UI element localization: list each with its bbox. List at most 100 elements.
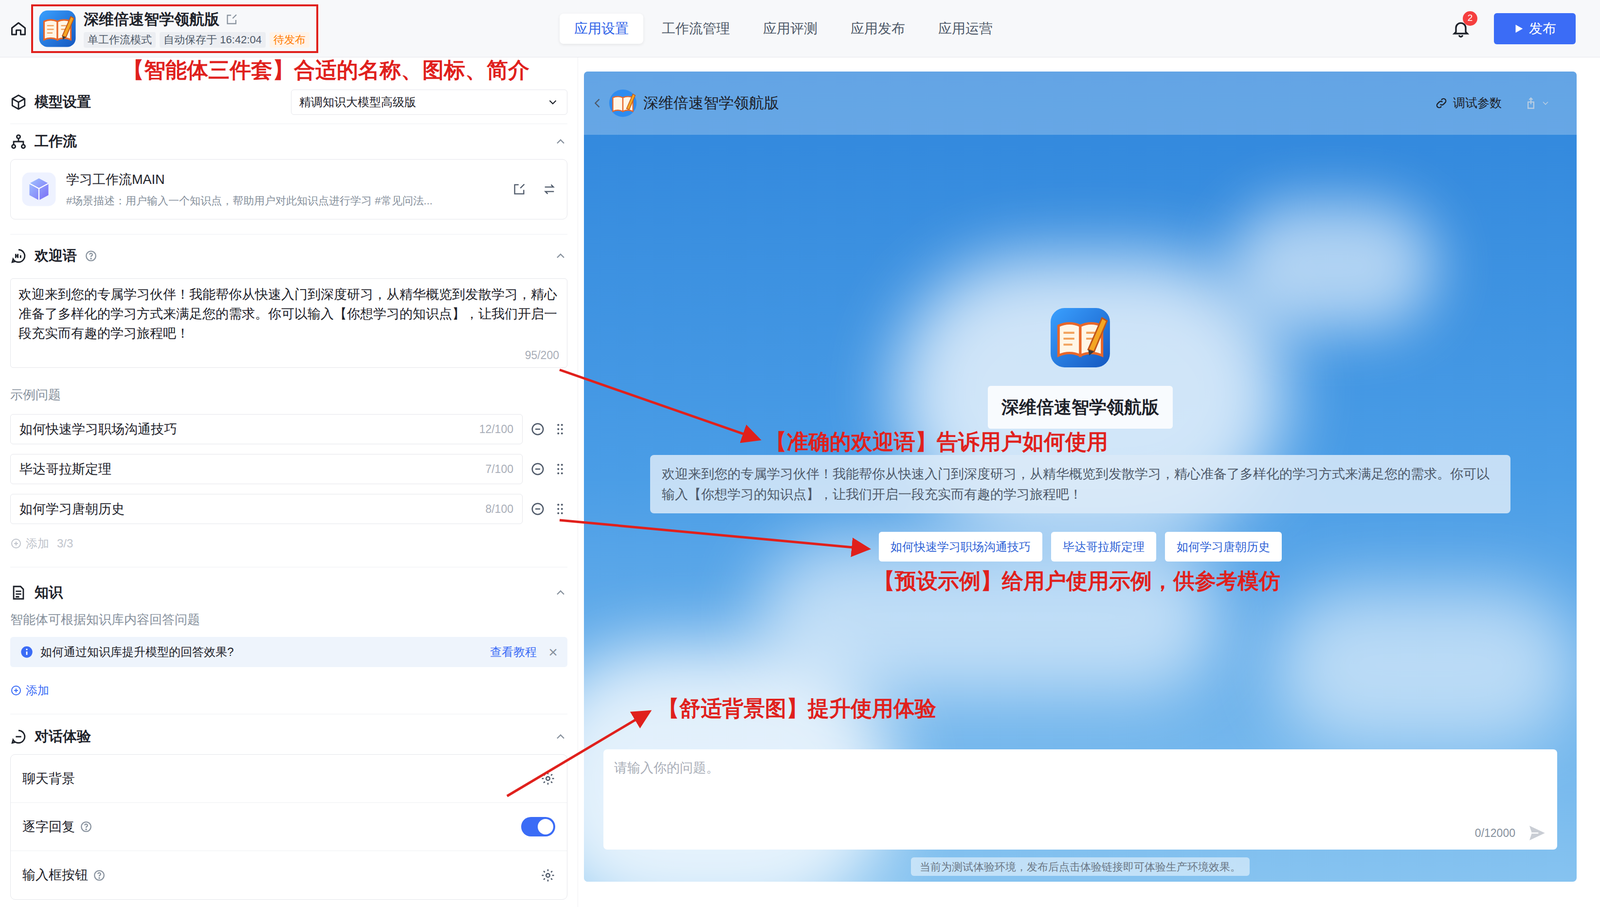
home-icon[interactable] [9,19,28,38]
section-title: 模型设置 [34,91,91,113]
row-label-group: 聊天背景 [22,768,75,789]
row-label: 聊天背景 [22,768,75,789]
chat-icon [10,728,27,746]
gear-icon[interactable] [540,771,556,786]
swap-icon[interactable] [542,182,557,197]
app-title: 深维倍速智学领航版 [83,9,220,30]
section-header[interactable]: 知识 [10,575,568,611]
remove-icon[interactable] [530,461,546,477]
welcome-message-text: 欢迎来到您的专属学习伙伴！我能帮你从快速入门到深度研习，从精华概览到发散学习，精… [661,466,1490,502]
section-header[interactable]: 对话体验 [10,719,568,755]
welcome-message: 欢迎来到您的专属学习伙伴！我能帮你从快速入门到深度研习，从精华概览到发散学习，精… [650,454,1511,514]
chat-preview: 深维倍速智学领航版 调试参数 [583,71,1577,882]
knowledge-tip: 如何通过知识库提升模型的回答效果? 查看教程 × [10,636,568,668]
tab[interactable]: 应用设置 [559,13,644,44]
status-tag: 待发布 [269,32,310,48]
share-menu[interactable] [1524,96,1551,110]
notification-bell[interactable]: 2 [1451,18,1471,39]
chevron-icon[interactable] [553,729,568,744]
remove-icon[interactable] [530,501,546,517]
char-counter: 8/100 [485,500,514,518]
remove-icon[interactable] [530,421,546,437]
example-chip[interactable]: 如何快速学习职场沟通技巧 [878,531,1043,562]
env-note-text: 当前为测试体验环境，发布后点击体验链接即可体验生产环境效果。 [919,858,1241,875]
add-knowledge-button[interactable]: 添加 [10,681,568,700]
experience-list: 聊天背景逐字回复输入框按钮 [10,754,568,900]
example-row: 如何快速学习职场沟通技巧12/100 [10,414,568,445]
example-input[interactable]: 如何快速学习职场沟通技巧12/100 [10,414,523,445]
section-title: 对话体验 [34,726,91,748]
example-list: 如何快速学习职场沟通技巧12/100 毕达哥拉斯定理7/100 如何学习唐朝历史 8/… [10,414,568,525]
tab[interactable]: 应用评测 [748,13,833,44]
section-title: 工作流 [34,130,77,153]
help-icon[interactable] [92,869,106,882]
top-bar: 深维倍速智学领航版 单工作流模式 自动保存于 16:42:04 待发布 应用设置… [0,0,1600,58]
settings-panel: 模型设置 精调知识大模型高级版 工作流 [0,57,579,907]
app-name-card: 深维倍速智学领航版 [987,385,1173,429]
tutorial-link[interactable]: 查看教程 [490,643,537,661]
app-name: 深维倍速智学领航版 [1001,394,1160,421]
edit-icon[interactable] [225,13,238,26]
edit-icon[interactable] [512,182,527,197]
annotation-label: 【舒适背景图】提升使用体验 [657,695,937,722]
char-counter: 95/200 [525,346,560,364]
chat-input[interactable]: 0/12000 [603,749,1558,850]
publish-button[interactable]: 发布 [1493,13,1576,45]
example-chips: 如何快速学习职场沟通技巧毕达哥拉斯定理如何学习唐朝历史 [878,531,1282,562]
example-input[interactable]: 如何学习唐朝历史 8/100 [10,493,523,525]
experience-row: 逐字回复 [10,802,567,852]
share-icon [1524,96,1538,110]
help-icon[interactable] [84,249,98,263]
debug-params-button[interactable]: 调试参数 [1434,93,1502,113]
plus-circle-icon [10,684,22,697]
notification-badge: 2 [1462,11,1478,26]
tab[interactable]: 工作流管理 [647,13,745,44]
plus-circle-icon [10,537,22,550]
example-text: 如何学习唐朝历史 [19,499,125,520]
workflow-card[interactable]: 学习工作流MAIN #场景描述：用户输入一个知识点，帮助用户对此知识点进行学习 … [10,159,568,220]
back-icon[interactable] [590,96,605,110]
toggle-switch[interactable] [521,817,556,837]
toggle-knob [537,818,554,835]
model-dropdown[interactable]: 精调知识大模型高级版 [290,89,568,115]
row-label-group: 输入框按钮 [22,865,106,886]
drag-handle-icon[interactable] [552,421,568,437]
close-button[interactable]: × [548,644,558,660]
add-example-button[interactable]: 添加 3/3 [10,534,568,553]
example-row: 如何学习唐朝历史 8/100 [10,493,568,525]
drag-handle-icon[interactable] [552,461,568,477]
tab[interactable]: 应用发布 [836,13,920,44]
play-icon [1513,23,1525,35]
question-input[interactable] [614,758,1547,824]
tab[interactable]: 应用运营 [923,13,1008,44]
app-logo-icon[interactable] [37,9,77,49]
mode-tag: 单工作流模式 [83,32,156,48]
section-header[interactable]: 工作流 [10,124,568,160]
row-label: 逐字回复 [22,817,75,837]
model-value: 精调知识大模型高级版 [299,93,417,111]
chevron-icon[interactable] [546,95,560,109]
send-icon[interactable] [1527,823,1547,843]
example-chip[interactable]: 毕达哥拉斯定理 [1051,531,1157,562]
row-label-group: 逐字回复 [22,817,93,837]
welcome-text: 欢迎来到您的专属学习伙伴！我能帮你从快速入门到深度研习，从精华概览到发散学习，精… [18,284,560,344]
annotation-label: 【预设示例】给用户使用示例，供参考模仿 [873,568,1281,594]
chevron-icon[interactable] [553,585,568,600]
example-input[interactable]: 毕达哥拉斯定理7/100 [10,454,523,485]
chevron-icon[interactable] [553,249,568,263]
example-chip[interactable]: 如何学习唐朝历史 [1164,531,1282,562]
link-icon [1434,96,1449,110]
row-label: 输入框按钮 [22,865,89,886]
chevron-icon[interactable] [553,134,568,149]
workflow-icon [10,133,27,150]
section-header[interactable]: 欢迎语 [10,238,568,274]
tip-text: 如何通过知识库提升模型的回答效果? [40,643,484,661]
char-counter: 12/100 [479,420,514,438]
model-settings: 模型设置 精调知识大模型高级版 [10,87,568,117]
drag-handle-icon[interactable] [552,501,568,517]
add-count: 3/3 [56,534,73,553]
gear-icon[interactable] [540,868,556,883]
workflow-name: 学习工作流MAIN [66,169,503,190]
welcome-textarea[interactable]: 欢迎来到您的专属学习伙伴！我能帮你从快速入门到深度研习，从精华概览到发散学习，精… [10,278,568,368]
help-icon[interactable] [79,820,93,834]
